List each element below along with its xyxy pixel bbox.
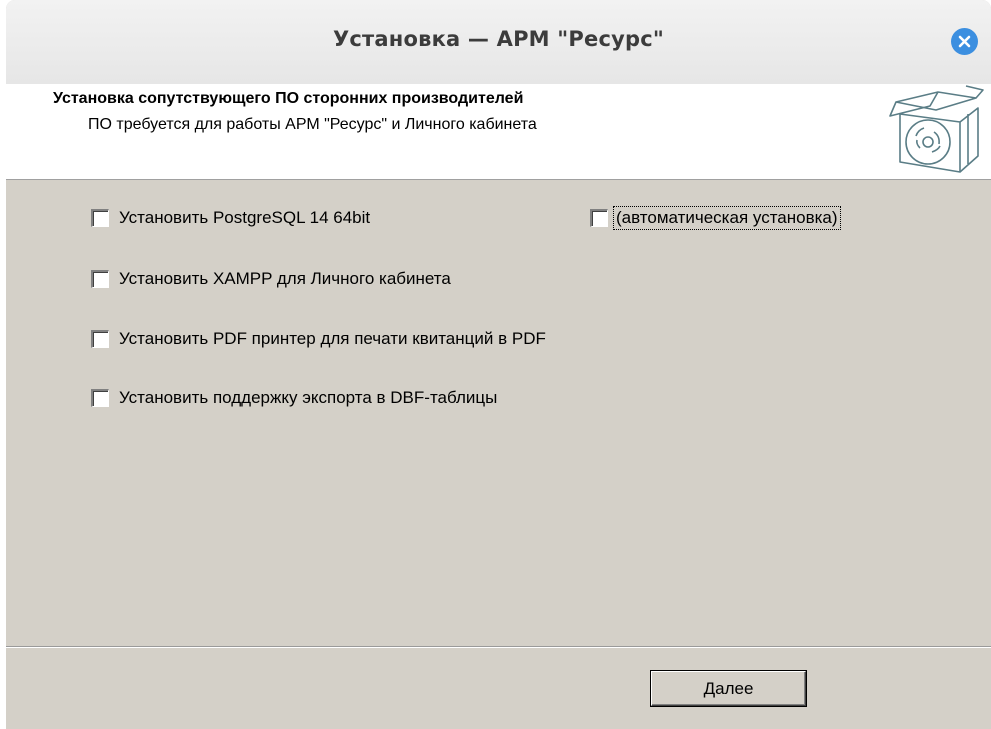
checkbox-box[interactable] xyxy=(91,389,109,407)
installer-window: Установка — АРМ "Ресурс" Установка сопут… xyxy=(6,0,991,729)
checkbox-box[interactable] xyxy=(91,209,109,227)
checkbox-label: Установить PostgreSQL 14 64bit xyxy=(119,208,371,227)
close-icon xyxy=(958,35,971,48)
title-bar[interactable]: Установка — АРМ "Ресурс" xyxy=(6,0,991,85)
next-button[interactable]: Далее xyxy=(651,671,806,706)
close-button[interactable] xyxy=(951,28,978,55)
checkbox-label: Установить PDF принтер для печати квитан… xyxy=(119,329,546,348)
software-box-cd-icon xyxy=(886,84,986,181)
next-button-mnemonic: Д xyxy=(703,678,716,698)
footer-divider-highlight xyxy=(6,647,991,648)
checkbox-postgresql[interactable]: Установить PostgreSQL 14 64bit xyxy=(91,207,370,229)
header-subtitle: ПО требуется для работы АРМ "Ресурс" и Л… xyxy=(88,116,537,133)
checkbox-pdf-printer[interactable]: Установить PDF принтер для печати квитан… xyxy=(91,328,546,350)
header-title: Установка сопутствующего ПО сторонних пр… xyxy=(53,90,524,107)
checkbox-label: Установить XAMPP для Личного кабинета xyxy=(119,269,451,288)
checkbox-box[interactable] xyxy=(590,209,608,227)
checkbox-box[interactable] xyxy=(91,270,109,288)
window-title: Установка — АРМ "Ресурс" xyxy=(332,27,665,51)
checkbox-dbf-export[interactable]: Установить поддержку экспорта в DBF-табл… xyxy=(91,387,497,409)
header-panel: Установка сопутствующего ПО сторонних пр… xyxy=(6,84,991,180)
next-button-label: алее xyxy=(715,678,754,698)
checkbox-auto-install[interactable]: (автоматическая установка) xyxy=(590,206,841,230)
checkbox-box[interactable] xyxy=(91,330,109,348)
checkbox-label: Установить поддержку экспорта в DBF-табл… xyxy=(119,388,498,407)
checkbox-xampp[interactable]: Установить XAMPP для Личного кабинета xyxy=(91,268,451,290)
checkbox-label: (автоматическая установка) xyxy=(613,206,841,230)
